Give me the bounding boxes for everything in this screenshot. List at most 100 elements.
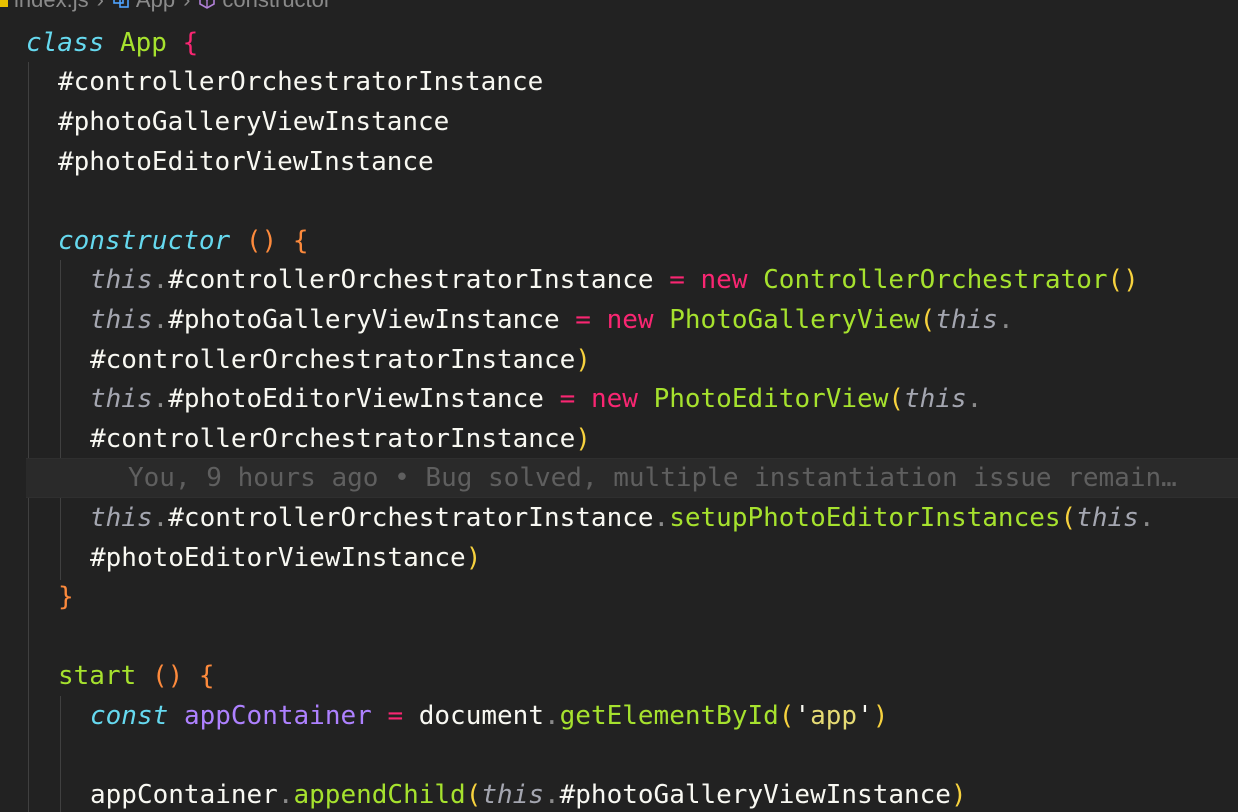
- paren: ): [465, 543, 482, 573]
- dot: .: [997, 305, 1014, 335]
- operator: =: [669, 265, 685, 295]
- keyword-new: new: [590, 384, 638, 414]
- paren: (: [888, 384, 905, 414]
- private-field: #photoEditorViewInstance: [58, 147, 434, 177]
- parens: (): [245, 226, 278, 256]
- code-line-class-decl: class App {: [26, 23, 198, 63]
- breadcrumb-method[interactable]: constructor: [222, 0, 331, 13]
- chevron-right-icon: ›: [183, 0, 190, 13]
- class-ref: ControllerOrchestrator: [763, 265, 1108, 295]
- code-line-method: start () {: [58, 656, 215, 696]
- code-line-field: #photoGalleryViewInstance: [58, 102, 449, 142]
- parens: (): [151, 661, 184, 691]
- method-call: setupPhotoEditorInstances: [669, 503, 1061, 533]
- indent-guide: [60, 696, 61, 812]
- dot: .: [543, 780, 560, 810]
- code-line-assign: this.#photoEditorViewInstance = new Phot…: [90, 379, 982, 419]
- paren: ): [575, 424, 591, 454]
- private-field: #controllerOrchestratorInstance: [58, 67, 544, 97]
- quote: ': [857, 701, 873, 731]
- keyword-this: this: [1076, 503, 1139, 533]
- paren: (: [919, 305, 936, 335]
- breadcrumb-file[interactable]: index.js: [14, 0, 89, 13]
- method-call: appendChild: [293, 780, 466, 810]
- private-field: #photoGalleryViewInstance: [168, 305, 560, 335]
- keyword-this: this: [90, 305, 153, 335]
- paren: ): [872, 701, 889, 731]
- quote: ': [794, 701, 811, 731]
- dot: .: [1138, 503, 1155, 533]
- code-line-assign: this.#controllerOrchestratorInstance = n…: [90, 260, 1139, 300]
- chevron-right-icon: ›: [97, 0, 104, 13]
- code-line-wrap: #photoEditorViewInstance): [90, 538, 481, 578]
- code-line-call: appContainer.appendChild(this.#photoGall…: [90, 775, 967, 812]
- dot: .: [277, 780, 294, 810]
- dot: .: [152, 265, 169, 295]
- private-field: #photoEditorViewInstance: [168, 384, 544, 414]
- code-line-const: const appContainer = document.getElement…: [90, 696, 888, 736]
- class-name: App: [119, 28, 167, 58]
- method-call: getElementById: [559, 701, 779, 731]
- dot: .: [653, 503, 670, 533]
- global-ref: document: [418, 701, 544, 731]
- variable: appContainer: [90, 780, 278, 810]
- paren: (: [465, 780, 482, 810]
- keyword-this: this: [90, 503, 153, 533]
- private-field: #controllerOrchestratorInstance: [90, 345, 576, 375]
- method-symbol-icon: [199, 0, 216, 9]
- dot: .: [152, 503, 169, 533]
- keyword-this: this: [90, 265, 153, 295]
- code-line-wrap: #controllerOrchestratorInstance): [90, 419, 591, 459]
- js-file-icon: [0, 0, 8, 7]
- code-editor[interactable]: index.js › App › constructor class App {…: [0, 0, 1238, 812]
- breadcrumb: index.js › App › constructor: [0, 0, 331, 14]
- private-field: #controllerOrchestratorInstance: [168, 503, 654, 533]
- private-field: #photoGalleryViewInstance: [559, 780, 951, 810]
- paren: (: [1060, 503, 1077, 533]
- brace: {: [182, 28, 199, 58]
- method-name: start: [58, 661, 137, 691]
- code-line-call: this.#controllerOrchestratorInstance.set…: [90, 498, 1154, 538]
- keyword-this: this: [935, 305, 998, 335]
- brace: {: [292, 226, 309, 256]
- keyword-this: this: [481, 780, 544, 810]
- string-literal: app: [810, 701, 858, 731]
- operator: =: [559, 384, 576, 414]
- keyword-class: class: [26, 28, 105, 58]
- paren: ): [950, 780, 967, 810]
- paren: ): [575, 345, 591, 375]
- dot: .: [152, 384, 169, 414]
- class-ref: PhotoEditorView: [653, 384, 889, 414]
- keyword-const: const: [90, 701, 169, 731]
- keyword-this: this: [90, 384, 153, 414]
- keyword-new: new: [700, 265, 748, 295]
- operator: =: [575, 305, 591, 335]
- code-line-field: #photoEditorViewInstance: [58, 142, 434, 182]
- keyword-new: new: [606, 305, 654, 335]
- brace: {: [198, 661, 215, 691]
- code-line-field: #controllerOrchestratorInstance: [58, 62, 543, 102]
- code-line-constructor: constructor () {: [58, 221, 308, 261]
- operator: =: [387, 701, 404, 731]
- class-symbol-icon: [113, 0, 129, 8]
- private-field: #controllerOrchestratorInstance: [90, 424, 576, 454]
- parens: (): [1107, 265, 1139, 295]
- dot: .: [966, 384, 983, 414]
- breadcrumb-class[interactable]: App: [136, 0, 175, 13]
- keyword-constructor: constructor: [58, 226, 231, 256]
- variable: appContainer: [183, 701, 372, 731]
- indent-guide: [28, 62, 29, 812]
- private-field: #controllerOrchestratorInstance: [168, 265, 654, 295]
- git-blame-annotation[interactable]: You, 9 hours ago • Bug solved, multiple …: [128, 458, 1177, 498]
- keyword-this: this: [904, 384, 967, 414]
- indent-guide: [60, 260, 61, 580]
- code-line-close: }: [58, 577, 74, 617]
- private-field: #photoEditorViewInstance: [90, 543, 466, 573]
- dot: .: [152, 305, 169, 335]
- code-line-wrap: #controllerOrchestratorInstance): [90, 340, 591, 380]
- private-field: #photoGalleryViewInstance: [58, 107, 450, 137]
- code-line-assign: this.#photoGalleryViewInstance = new Pho…: [90, 300, 1014, 340]
- dot: .: [543, 701, 560, 731]
- paren: (: [778, 701, 795, 731]
- brace: }: [58, 582, 74, 612]
